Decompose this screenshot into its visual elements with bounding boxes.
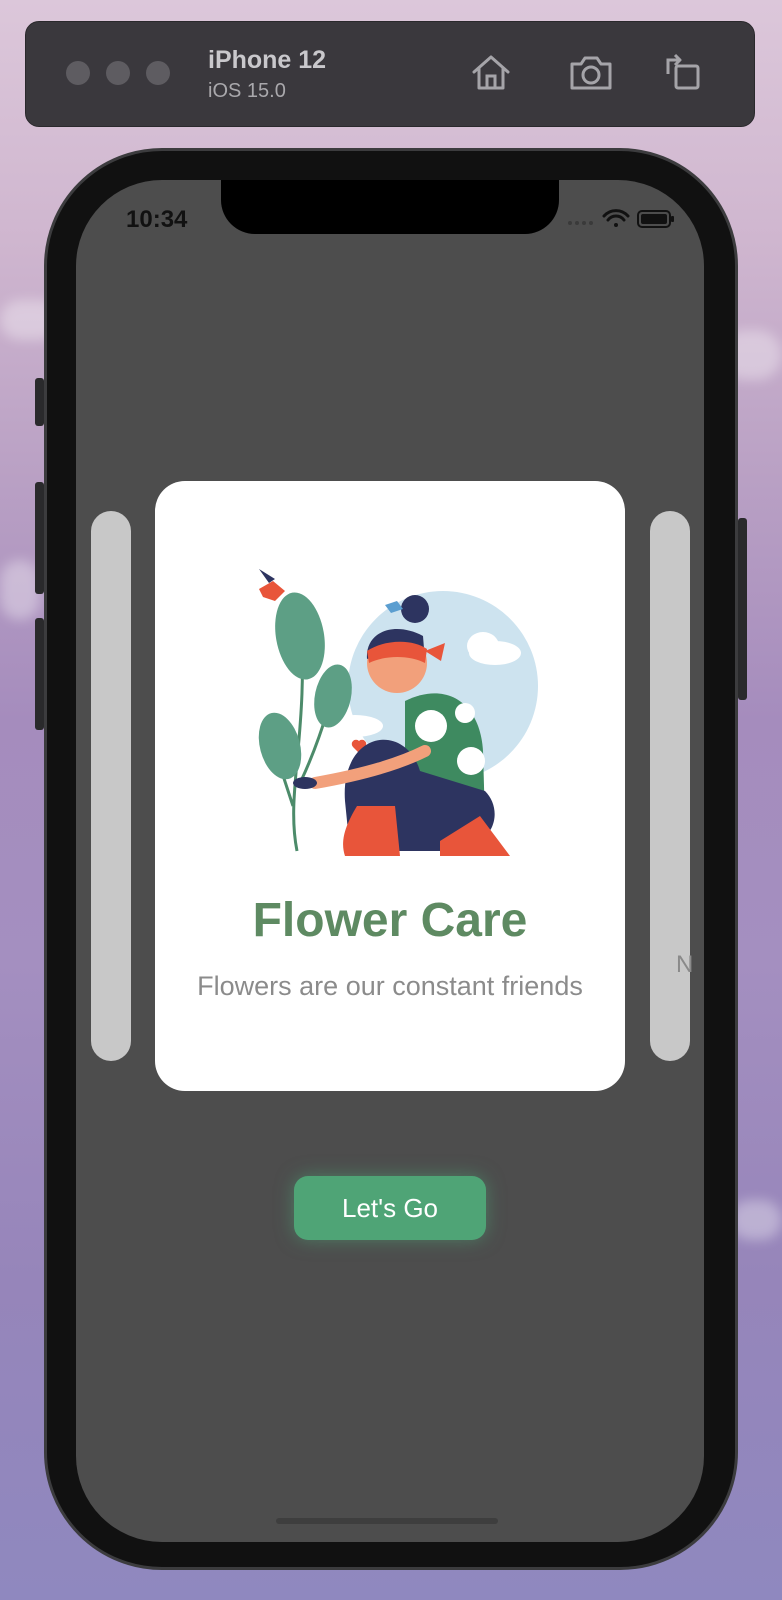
next-card[interactable]: N bbox=[650, 511, 694, 1061]
status-time: 10:34 bbox=[126, 206, 188, 233]
battery-icon bbox=[637, 210, 674, 228]
simulator-toolbar bbox=[25, 21, 755, 127]
next-card-text: N bbox=[676, 951, 694, 978]
lets-go-button[interactable]: Let's Go bbox=[294, 1176, 486, 1240]
onboarding-card[interactable]: Flower Care Flowers are our constant fri… bbox=[155, 481, 625, 1091]
window-minimize-button[interactable] bbox=[106, 61, 130, 85]
device-os-version: iOS 15.0 bbox=[208, 80, 286, 102]
status-icons bbox=[566, 206, 676, 237]
notch bbox=[221, 180, 559, 234]
screenshot-icon[interactable] bbox=[568, 52, 614, 92]
window-close-button[interactable] bbox=[66, 61, 90, 85]
card-title: Flower Care bbox=[252, 894, 528, 947]
home-indicator bbox=[276, 1518, 498, 1524]
power-button bbox=[738, 518, 747, 700]
window-zoom-button[interactable] bbox=[146, 61, 170, 85]
girl-planting-flower-illustration bbox=[258, 569, 538, 856]
volume-down-button bbox=[35, 618, 44, 730]
volume-up-button bbox=[35, 482, 44, 594]
previous-card[interactable] bbox=[91, 511, 131, 1061]
phone-screen: 10:34 N Flower Care Flowers are our cons… bbox=[76, 180, 704, 1542]
card-subtitle: Flowers are our constant friends bbox=[197, 971, 583, 1001]
rotate-icon[interactable] bbox=[662, 52, 702, 92]
wallpaper-streak bbox=[0, 560, 40, 620]
silent-switch bbox=[35, 378, 44, 426]
home-icon[interactable] bbox=[470, 52, 512, 92]
wifi-icon bbox=[602, 209, 630, 227]
device-name: iPhone 12 bbox=[208, 46, 327, 74]
signal-icon bbox=[568, 221, 593, 225]
